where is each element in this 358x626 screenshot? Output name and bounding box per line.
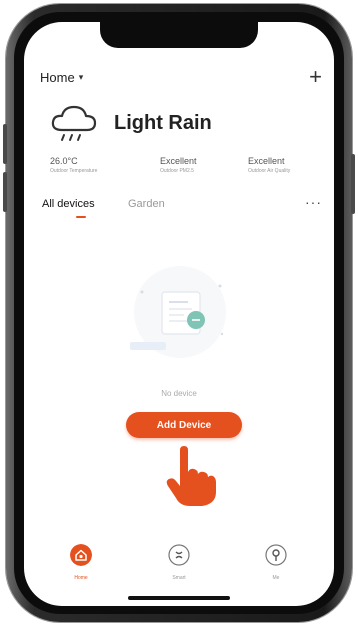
active-tab-indicator — [76, 216, 86, 218]
home-selector-label: Home — [40, 70, 75, 85]
notch — [100, 22, 258, 48]
volume-button — [3, 172, 7, 212]
chevron-down-icon: ▾ — [78, 72, 84, 82]
weather-condition: Light Rain — [114, 112, 212, 134]
cloud-rain-icon — [51, 105, 97, 141]
nav-me-label: Me — [272, 575, 280, 581]
volume-button — [3, 124, 7, 164]
top-bar: Home ▾ + — [40, 66, 322, 90]
stat-label: Outdoor PM2.5 — [160, 168, 194, 174]
weather-stats: 26.0°C Outdoor Temperature Excellent Out… — [50, 156, 320, 180]
stat-value: 26.0°C — [50, 156, 78, 166]
stat-temperature: 26.0°C Outdoor Temperature — [50, 156, 130, 175]
nav-home[interactable]: Home — [51, 544, 111, 581]
tab-all-devices[interactable]: All devices — [42, 198, 95, 210]
home-icon — [70, 544, 92, 566]
empty-state-text: No device — [161, 389, 197, 398]
pointing-hand-icon — [166, 446, 216, 506]
app-screen: Home ▾ + Light Rain 26.0°C Outdoor Tempe… — [24, 22, 334, 606]
room-tabs: All devices Garden ··· — [42, 194, 322, 222]
me-icon — [265, 544, 287, 566]
add-device-button[interactable]: Add Device — [126, 412, 242, 438]
nav-smart-label: Smart — [172, 575, 186, 581]
weather-summary: Light Rain — [50, 104, 250, 148]
empty-devices-illustration — [130, 266, 226, 358]
nav-smart[interactable]: Smart — [149, 544, 209, 581]
more-icon[interactable]: ··· — [305, 194, 322, 210]
tab-garden[interactable]: Garden — [128, 198, 165, 210]
home-selector[interactable]: Home ▾ — [40, 70, 83, 85]
nav-home-label: Home — [74, 575, 88, 581]
smart-icon — [168, 544, 190, 566]
power-button — [351, 154, 355, 214]
nav-me[interactable]: Me — [246, 544, 306, 581]
stat-label: Outdoor Air Quality — [248, 168, 291, 174]
stat-air-quality: Excellent Outdoor Air Quality — [248, 156, 328, 175]
stat-value: Excellent — [248, 156, 285, 166]
stat-label: Outdoor Temperature — [50, 168, 98, 174]
stat-pm25: Excellent Outdoor PM2.5 — [160, 156, 240, 175]
bottom-nav: Home Smart Me — [24, 544, 334, 588]
home-indicator[interactable] — [128, 596, 230, 600]
stat-value: Excellent — [160, 156, 197, 166]
plus-icon[interactable]: + — [309, 66, 322, 88]
